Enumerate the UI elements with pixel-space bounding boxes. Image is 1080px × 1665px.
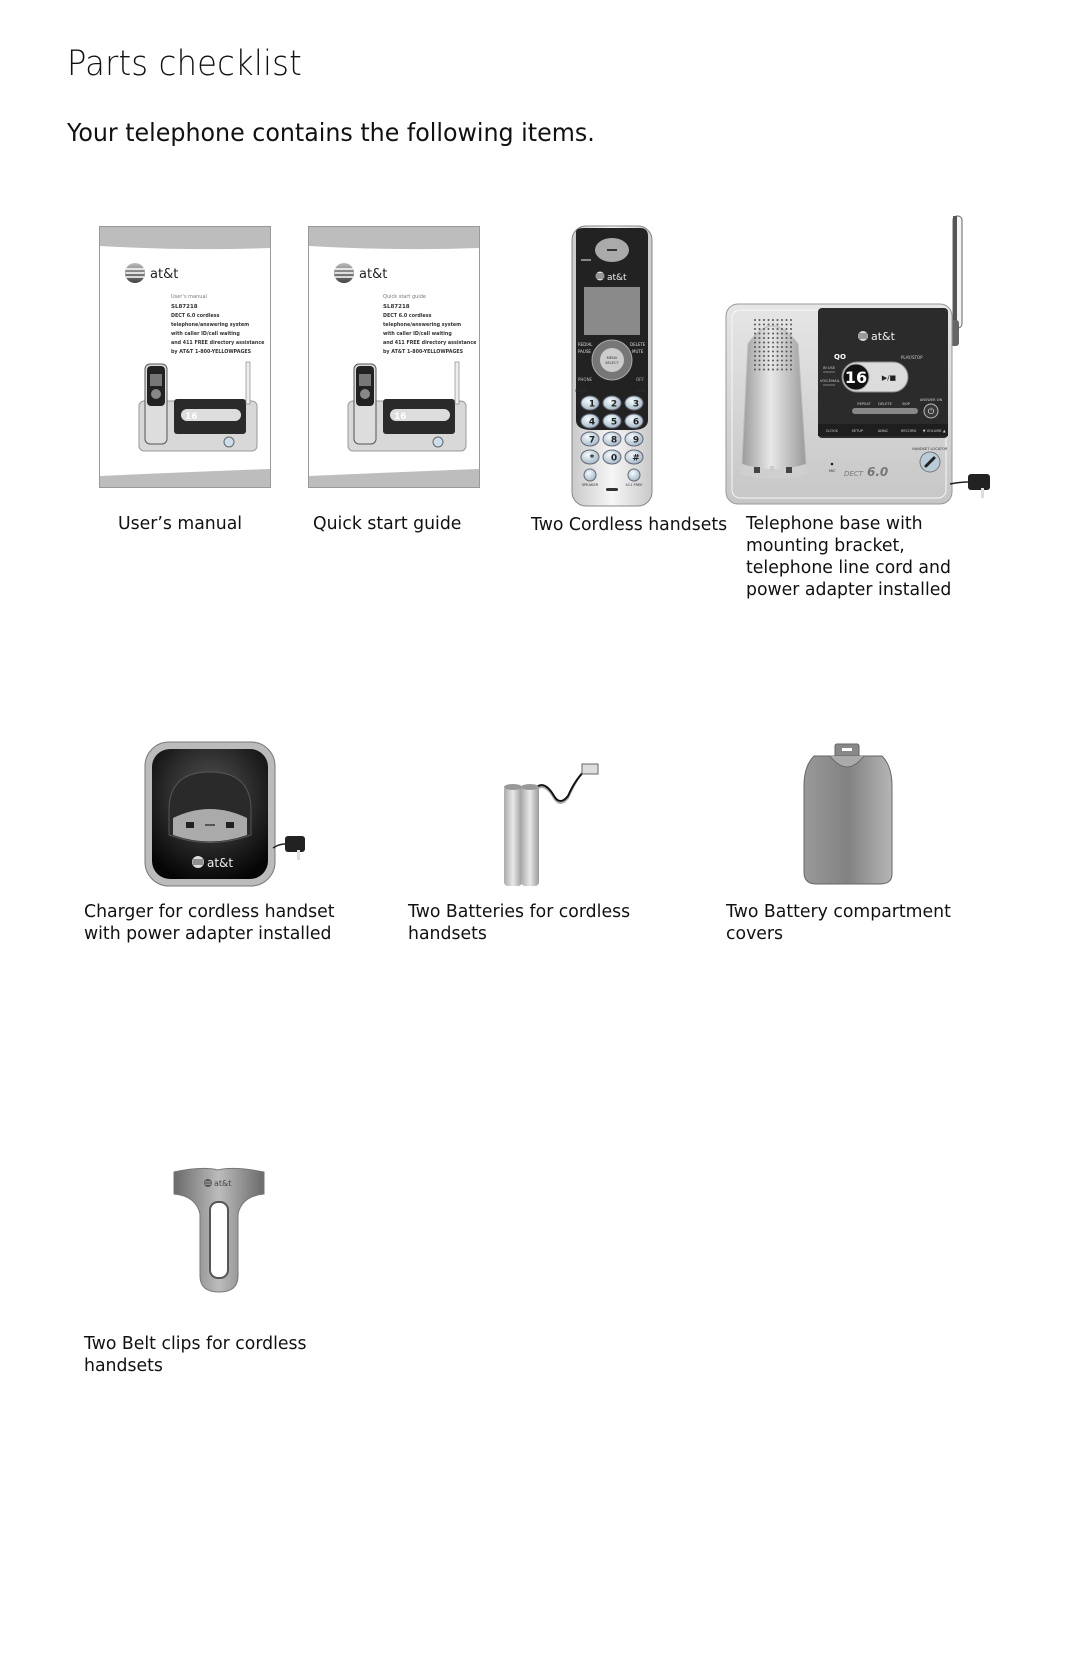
cover-line: telephone/answering system	[171, 322, 249, 328]
page-subtitle: Your telephone contains the following it…	[67, 118, 595, 147]
att-logo: at&t	[204, 1179, 231, 1188]
cover-line: DECT 6.0 cordless	[171, 313, 220, 319]
cover-line: with caller ID/call waiting	[383, 331, 452, 337]
keypad-key-label: 2	[611, 400, 617, 410]
base-button-label: CLOCK	[826, 429, 839, 433]
mic-label: MIC	[829, 469, 836, 473]
svg-text:16: 16	[394, 412, 407, 422]
cover-line: with caller ID/call waiting	[171, 331, 240, 337]
cover-brand: at&t	[359, 267, 387, 282]
keypad-key-label: 0	[611, 454, 617, 464]
voicemail-label: VOICEMAIL	[820, 379, 840, 383]
nav-label: MENU	[607, 356, 618, 360]
cordless-handset-image: at&t REDIAL PAUSE DELETE MUTE MENU SELEC…	[570, 224, 654, 508]
keypad-key-label: 1	[589, 400, 595, 410]
flash-label: FLASH	[575, 389, 587, 393]
nav-label: SELECT	[605, 361, 619, 365]
phone-label: PHONE	[578, 377, 593, 382]
soft-key-label: PAUSE	[578, 349, 591, 354]
keypad-key-label: 4	[589, 418, 595, 428]
power-adapter	[968, 474, 990, 490]
off-label: OFF	[636, 377, 644, 382]
item-caption: Two Battery compartment covers	[726, 901, 951, 944]
cover-brand: at&t	[150, 267, 178, 282]
battery-cover-image	[800, 742, 896, 888]
keypad-key-label: *	[590, 454, 595, 464]
cover-line: by AT&T 1-800-YELLOWPAGES	[171, 349, 252, 355]
in-use-label: IN USE	[823, 366, 836, 370]
clear-label: CLEAR	[634, 389, 646, 393]
cover-doc-type: Quick start guide	[383, 294, 426, 300]
cover-doc-type: User’s manual	[171, 294, 207, 300]
item-caption: Two Belt clips for cordless handsets	[84, 1333, 307, 1376]
delete-label: DELETE	[878, 402, 893, 406]
cover-line: by AT&T 1-800-YELLOWPAGES	[383, 349, 464, 355]
answer-on-label: ANSWER ON	[920, 398, 943, 402]
cover-line: and 411 FREE directory assistance	[171, 340, 265, 346]
battery-wire	[537, 769, 587, 802]
power-adapter	[285, 836, 305, 852]
item-caption: Quick start guide	[313, 513, 462, 534]
telephone-base-image: at&t QO PLAY/STOP IN USE VOICEMAIL 16 ▶/…	[724, 212, 994, 508]
batteries-image	[500, 760, 610, 890]
free-label: 411 FREE	[625, 483, 643, 487]
keypad-key-label: 7	[589, 436, 595, 446]
item-caption: Two Cordless handsets	[531, 514, 728, 535]
handset-brand: at&t	[607, 273, 627, 283]
cover-line: and 411 FREE directory assistance	[383, 340, 477, 346]
soft-key-label: MUTE	[632, 349, 644, 354]
base-button-label: RECORD	[901, 429, 917, 433]
charger-brand: at&t	[207, 856, 233, 870]
repeat-delete-skip-bar[interactable]	[852, 408, 918, 414]
base-button-label: ▼ VOLUME ▲	[923, 429, 946, 433]
battery-connector	[581, 763, 599, 775]
belt-clip-image: at&t	[172, 1166, 266, 1294]
att-logo: at&t	[192, 856, 233, 870]
page-title: Parts checklist	[67, 44, 302, 84]
keypad-key-label: 3	[633, 400, 639, 410]
item-caption: User’s manual	[118, 513, 243, 534]
message-counter: 16	[845, 368, 867, 387]
keypad-key-label: 9	[633, 436, 639, 446]
cover-model: SL87218	[383, 304, 410, 310]
keypad-key-label: 6	[633, 418, 639, 428]
base-button-label: SETUP	[852, 429, 864, 433]
keypad-key-label: 8	[611, 436, 617, 446]
dect-version: 6.0	[867, 465, 888, 479]
play-stop-label: PLAY/STOP	[901, 355, 923, 360]
cover-line: telephone/answering system	[383, 322, 461, 328]
keypad-key-label: #	[632, 454, 640, 464]
base-button-label: ANNC	[878, 429, 889, 433]
repeat-label: REPEAT	[857, 402, 871, 406]
keypad-key-label: 5	[611, 418, 617, 428]
handset-locator-label: HANDSET LOCATOR	[912, 447, 948, 451]
speaker-label: SPEAKER	[582, 483, 599, 487]
clip-brand: at&t	[214, 1179, 231, 1188]
charger-image: at&t	[143, 740, 315, 890]
power-cord	[949, 481, 969, 485]
handset-screen	[584, 287, 640, 335]
users-manual-image: at&t User’s manual SL87218 DECT 6.0 cord…	[99, 226, 271, 488]
soft-key-label: DELETE	[630, 342, 646, 347]
item-caption: Two Batteries for cordless handsets	[408, 901, 631, 944]
play-stop-icon: ▶/■	[882, 374, 896, 382]
svg-text:16: 16	[185, 412, 198, 422]
voicemail-icon: QO	[834, 353, 846, 361]
quick-start-guide-image: at&t Quick start guide SL87218 DECT 6.0 …	[308, 226, 480, 488]
cover-model: SL87218	[171, 304, 198, 310]
cover-line: DECT 6.0 cordless	[383, 313, 432, 319]
base-brand: at&t	[871, 330, 896, 343]
item-caption: Telephone base with mounting bracket, te…	[746, 513, 952, 600]
item-caption: Charger for cordless handset with power …	[84, 901, 335, 944]
skip-label: SKIP	[902, 402, 911, 406]
soft-key-label: REDIAL	[578, 342, 593, 347]
dect-label: DECT	[844, 470, 864, 478]
power-icon: ⏻	[928, 407, 935, 416]
